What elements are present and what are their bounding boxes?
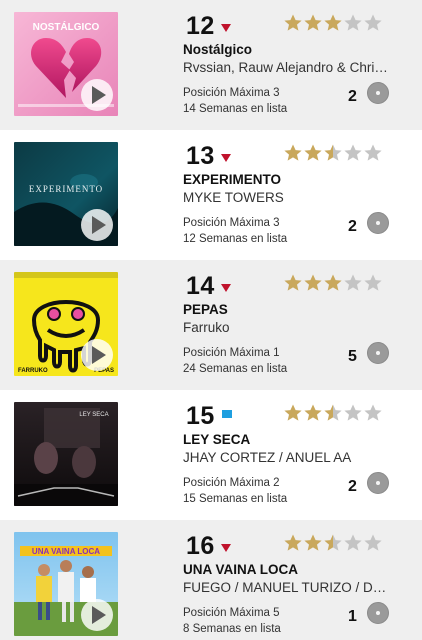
star-filled-icon	[284, 14, 302, 31]
trend-down-icon	[221, 284, 231, 292]
chart-position: 13	[186, 142, 215, 170]
disc-icon	[367, 472, 389, 494]
star-filled-icon	[304, 404, 322, 421]
star-rating	[283, 403, 383, 423]
star-empty-icon	[344, 274, 362, 291]
song-title[interactable]: LEY SECA	[183, 432, 250, 447]
list-item[interactable]: UNA VAINA LOCA 16 UNA VAINA LOCA FUEGO /…	[0, 520, 422, 640]
star-empty-icon	[344, 144, 362, 161]
dark-room-icon: LEY SECA	[14, 402, 118, 506]
star-filled-icon	[284, 274, 302, 291]
star-empty-icon	[344, 404, 362, 421]
list-item[interactable]: NOSTÁLGICO 12 Nostálgico Rvssian, Rauw A…	[0, 0, 422, 130]
star-half-icon	[324, 534, 342, 551]
chart-list: NOSTÁLGICO 12 Nostálgico Rvssian, Rauw A…	[0, 0, 422, 640]
star-empty-icon	[364, 404, 382, 421]
star-rating	[283, 143, 383, 163]
song-title[interactable]: EXPERIMENTO	[183, 172, 281, 187]
trend-down-icon	[221, 544, 231, 552]
peak-position: Posición Máxima 5	[183, 607, 280, 619]
song-title[interactable]: Nostálgico	[183, 42, 252, 57]
artist-name[interactable]: Rvssian, Rauw Alejandro & Chris Brown	[183, 60, 388, 75]
star-filled-icon	[284, 404, 302, 421]
disc-count: 2	[348, 478, 357, 495]
star-filled-icon	[304, 274, 322, 291]
artist-name[interactable]: MYKE TOWERS	[183, 190, 388, 205]
peak-position: Posición Máxima 2	[183, 477, 280, 489]
disc-count: 2	[348, 88, 357, 105]
album-cover[interactable]: EXPERIMENTO	[14, 142, 118, 246]
star-filled-icon	[284, 144, 302, 161]
artist-name[interactable]: FUEGO / MANUEL TURIZO / DUKI	[183, 580, 388, 595]
album-cover[interactable]: FARRUKO PEPAS	[14, 272, 118, 376]
star-half-icon	[324, 404, 342, 421]
play-button[interactable]	[81, 209, 113, 241]
weeks-on-chart: 12 Semanas en lista	[183, 233, 288, 245]
star-filled-icon	[304, 144, 322, 161]
disc-icon	[367, 342, 389, 364]
peak-position: Posición Máxima 3	[183, 87, 280, 99]
disc-icon	[367, 602, 389, 624]
disc-icon	[367, 212, 389, 234]
star-half-icon	[324, 144, 342, 161]
play-button[interactable]	[81, 339, 113, 371]
star-filled-icon	[324, 14, 342, 31]
list-item[interactable]: LEY SECA 15 LEY SECA JHAY CORTEZ / ANUEL…	[0, 390, 422, 520]
artist-name[interactable]: Farruko	[183, 320, 388, 335]
song-title[interactable]: UNA VAINA LOCA	[183, 562, 298, 577]
chart-position: 16	[186, 532, 215, 560]
trend-new-icon	[222, 410, 232, 418]
list-item[interactable]: EXPERIMENTO 13 EXPERIMENTO MYKE TOWERS P…	[0, 130, 422, 260]
artist-name[interactable]: JHAY CORTEZ / ANUEL AA	[183, 450, 388, 465]
cover-title-text: LEY SECA	[79, 412, 108, 418]
disc-count: 2	[348, 218, 357, 235]
star-filled-icon	[304, 534, 322, 551]
star-filled-icon	[284, 534, 302, 551]
chart-position: 15	[186, 402, 215, 430]
star-filled-icon	[304, 14, 322, 31]
trend-down-icon	[221, 154, 231, 162]
star-rating	[283, 13, 383, 33]
star-empty-icon	[344, 14, 362, 31]
album-cover[interactable]: NOSTÁLGICO	[14, 12, 118, 116]
star-empty-icon	[364, 14, 382, 31]
star-empty-icon	[364, 534, 382, 551]
cover-title-text: NOSTÁLGICO	[33, 20, 100, 33]
weeks-on-chart: 15 Semanas en lista	[183, 493, 288, 505]
star-empty-icon	[364, 144, 382, 161]
play-button[interactable]	[81, 79, 113, 111]
disc-count: 1	[348, 608, 357, 625]
disc-count: 5	[348, 348, 357, 365]
disc-icon	[367, 82, 389, 104]
peak-position: Posición Máxima 3	[183, 217, 280, 229]
weeks-on-chart: 8 Semanas en lista	[183, 623, 281, 635]
album-cover[interactable]: LEY SECA	[14, 402, 118, 506]
list-item[interactable]: FARRUKO PEPAS 14 PEPAS Farruko Posición …	[0, 260, 422, 390]
cover-title-text: UNA VAINA LOCA	[32, 547, 100, 556]
star-empty-icon	[364, 274, 382, 291]
cover-title-text: EXPERIMENTO	[29, 184, 103, 194]
weeks-on-chart: 14 Semanas en lista	[183, 103, 288, 115]
chart-position: 14	[186, 272, 215, 300]
album-cover[interactable]: UNA VAINA LOCA	[14, 532, 118, 636]
weeks-on-chart: 24 Semanas en lista	[183, 363, 288, 375]
play-button[interactable]	[81, 599, 113, 631]
chart-position: 12	[186, 12, 215, 40]
star-empty-icon	[344, 534, 362, 551]
star-rating	[283, 273, 383, 293]
trend-down-icon	[221, 24, 231, 32]
peak-position: Posición Máxima 1	[183, 347, 280, 359]
star-filled-icon	[324, 274, 342, 291]
star-rating	[283, 533, 383, 553]
song-title[interactable]: PEPAS	[183, 302, 228, 317]
cover-artist-text: FARRUKO	[18, 368, 48, 374]
